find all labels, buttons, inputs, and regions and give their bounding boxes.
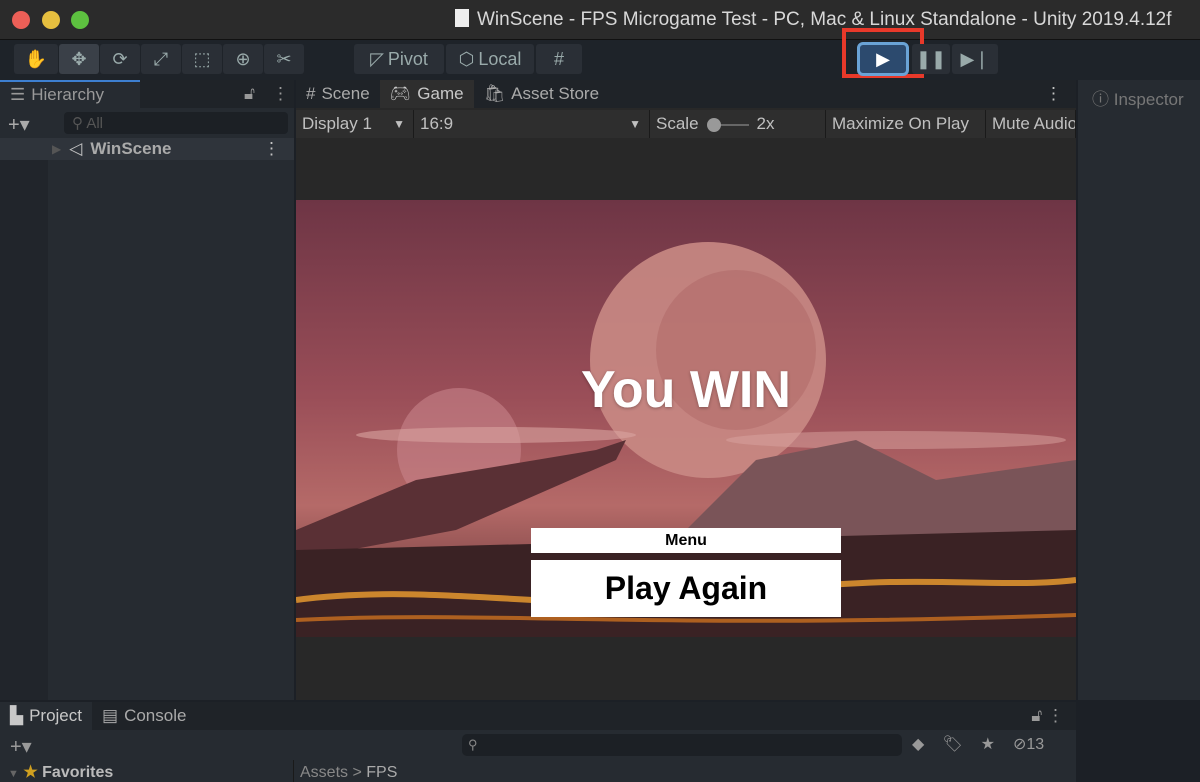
game-view[interactable]: You WIN Menu Play Again xyxy=(296,200,1076,637)
step-button[interactable]: ▶❘ xyxy=(952,44,998,74)
window-title: WinScene - FPS Microgame Test - PC, Mac … xyxy=(455,9,1172,31)
cube-icon: ⬡ xyxy=(458,48,475,69)
breadcrumb: Assets > FPS xyxy=(300,764,398,781)
unity-file-icon xyxy=(455,9,469,27)
menu-button[interactable]: Menu xyxy=(531,528,841,553)
pivot-button[interactable]: ◸ Pivot xyxy=(354,44,444,74)
local-button[interactable]: ⬡ Local xyxy=(446,44,534,74)
tab-console[interactable]: ▤ Console xyxy=(92,702,196,730)
win-title: You WIN xyxy=(581,361,791,419)
pause-button[interactable]: ❚❚ xyxy=(912,44,950,74)
move-icon: ✥ xyxy=(71,48,87,69)
hidden-packages-button[interactable]: ⊘13 xyxy=(1013,734,1044,754)
list-icon: ☰ xyxy=(10,85,26,104)
console-icon: ▤ xyxy=(102,706,119,725)
search-icon: ⚲ xyxy=(468,737,478,752)
rect-icon: ⬚ xyxy=(193,48,211,69)
add-button[interactable]: +▾ xyxy=(8,112,30,137)
more-options-icon[interactable]: ⋮ xyxy=(1031,80,1076,108)
more-options-icon[interactable]: ⋮ xyxy=(272,84,289,104)
minimize-window-button[interactable] xyxy=(42,11,60,29)
display-dropdown[interactable]: Display 1 ▼ xyxy=(296,110,414,138)
info-icon: ⓘ xyxy=(1092,90,1114,109)
scale-icon: ⤢ xyxy=(153,48,169,69)
mute-audio-toggle[interactable]: Mute Audio xyxy=(986,110,1076,138)
hand-icon: ✋ xyxy=(24,48,48,69)
chevron-down-icon: ▼ xyxy=(393,117,405,131)
scale-tool-button[interactable]: ⤢ xyxy=(141,44,181,74)
lock-icon[interactable]: 🔓︎ ⋮ xyxy=(1019,702,1076,730)
custom-tool-icon: ✂ xyxy=(276,48,292,69)
snap-button[interactable]: # xyxy=(536,44,582,74)
hierarchy-gutter xyxy=(0,138,48,700)
shopping-bag-icon: 🛍︎ xyxy=(483,84,506,103)
folder-icon: ▙ xyxy=(10,706,24,725)
add-button[interactable]: +▾ xyxy=(10,734,32,759)
favorites-item[interactable]: ▼ ★ Favorites xyxy=(0,760,294,782)
inspector-panel: ⓘ Inspector xyxy=(1078,80,1200,700)
project-search-input[interactable]: ⚲ xyxy=(462,734,902,756)
pivot-icon: ◸ xyxy=(370,48,384,69)
scale-slider[interactable] xyxy=(706,117,749,132)
eye-slash-icon: ⊘ xyxy=(1012,736,1027,753)
star-icon[interactable]: ★ xyxy=(981,734,995,754)
rotate-icon: ⟳ xyxy=(112,48,128,69)
search-icon: ⚲ xyxy=(72,115,87,132)
rect-tool-button[interactable]: ⬚ xyxy=(182,44,222,74)
breadcrumb-fps[interactable]: FPS xyxy=(366,764,397,781)
scale-control: Scale 2x xyxy=(650,110,826,138)
more-options-icon[interactable]: ⋮ xyxy=(263,139,280,159)
chevron-down-icon: ▼ xyxy=(629,117,641,131)
tab-game[interactable]: 🎮︎ Game xyxy=(379,80,474,108)
tab-asset-store[interactable]: 🛍︎ Asset Store xyxy=(474,80,609,108)
expand-arrow-icon[interactable]: ▶ xyxy=(52,142,61,156)
transform-icon: ⊕ xyxy=(235,48,251,69)
unity-scene-icon: ◁ xyxy=(69,139,83,158)
breadcrumb-assets[interactable]: Assets xyxy=(300,764,348,781)
hierarchy-panel: ☰ Hierarchy 🔓︎ ⋮ +▾ ⚲ All ▶ ◁ WinScene ⋮ xyxy=(0,80,294,700)
grid-icon: # xyxy=(306,84,316,103)
main-toolbar: ✋ ✥ ⟳ ⤢ ⬚ ⊕ ✂ ◸ Pivot ⬡ Local # ▶ ❚❚ ▶❘ xyxy=(0,28,1200,80)
rotate-tool-button[interactable]: ⟳ xyxy=(100,44,140,74)
hierarchy-search-input[interactable]: ⚲ All xyxy=(64,112,288,134)
tab-project[interactable]: ▙ Project xyxy=(0,702,92,730)
hand-tool-button[interactable]: ✋ xyxy=(14,44,58,74)
label-icon[interactable]: 🏷︎ xyxy=(942,734,962,754)
play-icon: ▶ xyxy=(876,48,890,69)
inspector-tab[interactable]: ⓘ Inspector xyxy=(1078,80,1200,115)
move-tool-button[interactable]: ✥ xyxy=(59,44,99,74)
aspect-dropdown[interactable]: 16:9 ▼ xyxy=(414,110,650,138)
close-window-button[interactable] xyxy=(12,11,30,29)
play-button[interactable]: ▶ xyxy=(857,42,909,76)
tab-scene[interactable]: # Scene xyxy=(296,80,380,108)
pause-icon: ❚❚ xyxy=(915,48,947,69)
title-bar: WinScene - FPS Microgame Test - PC, Mac … xyxy=(0,0,1200,40)
project-panel: ▙ Project ▤ Console 🔓︎ ⋮ +▾ ⚲ ◆ 🏷︎ ★ ⊘13 ▼ ★ … xyxy=(0,702,1076,782)
step-icon: ▶❘ xyxy=(960,48,990,69)
filter-type-icon[interactable]: ◆ xyxy=(912,734,924,754)
star-icon: ★ xyxy=(23,764,38,781)
custom-tool-button[interactable]: ✂ xyxy=(264,44,304,74)
grid-snap-icon: # xyxy=(553,48,564,69)
lock-icon[interactable]: 🔓︎ xyxy=(244,84,255,104)
maximize-window-button[interactable] xyxy=(71,11,89,29)
transform-tool-button[interactable]: ⊕ xyxy=(223,44,263,74)
gamepad-icon: 🎮︎ xyxy=(389,84,412,103)
play-again-button[interactable]: Play Again xyxy=(531,560,841,617)
hierarchy-tab[interactable]: ☰ Hierarchy xyxy=(0,80,140,108)
maximize-on-play-toggle[interactable]: Maximize On Play xyxy=(826,110,986,138)
list-item[interactable]: ▶ ◁ WinScene ⋮ xyxy=(0,138,294,160)
